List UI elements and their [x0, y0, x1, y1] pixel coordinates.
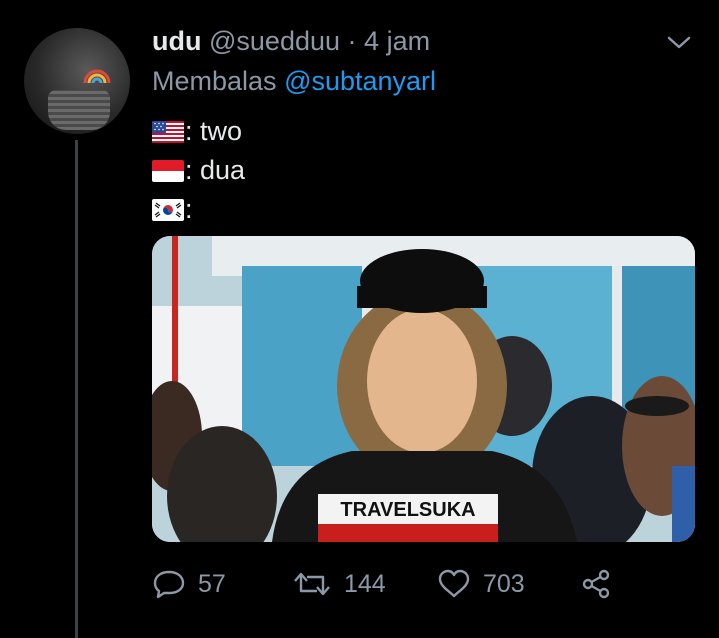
tweet-line-english: : two — [152, 112, 245, 151]
tweet-header: udu @suedduu · 4 jam — [152, 26, 430, 57]
reply-context: Membalas @subtanyarl — [152, 66, 436, 97]
like-button[interactable]: 703 — [437, 562, 525, 606]
reply-icon — [153, 570, 185, 599]
heart-icon — [438, 569, 470, 598]
rainbow-sticker-icon — [83, 69, 111, 84]
tweet-photo[interactable]: TRAVELSUKA — [152, 236, 695, 542]
tweet-line-text: : — [185, 194, 193, 224]
tweet-line-korean: : — [152, 190, 245, 229]
retweet-button[interactable]: 144 — [292, 562, 386, 606]
reply-mention-link[interactable]: @subtanyarl — [284, 66, 436, 96]
reply-prefix: Membalas — [152, 66, 277, 96]
photo-illustration: TRAVELSUKA — [152, 236, 695, 542]
timestamp[interactable]: 4 jam — [364, 26, 430, 56]
reply-count: 57 — [198, 569, 226, 598]
chevron-down-icon[interactable] — [664, 33, 694, 53]
us-flag-icon — [152, 120, 184, 143]
separator: · — [347, 26, 357, 56]
share-icon — [582, 569, 610, 599]
thread-line — [75, 140, 78, 638]
share-button[interactable] — [580, 562, 624, 606]
handle[interactable]: @suedduu — [209, 26, 340, 56]
id-flag-icon — [152, 159, 184, 182]
display-name[interactable]: udu — [152, 26, 201, 56]
shirt-print: TRAVELSUKA — [340, 499, 475, 521]
tweet-line-text: : dua — [185, 155, 246, 185]
reply-button[interactable]: 57 — [152, 562, 226, 606]
kr-flag-icon — [152, 198, 184, 221]
tweet-text: : two : dua : — [152, 112, 245, 229]
like-count: 703 — [483, 569, 525, 598]
retweet-count: 144 — [344, 569, 386, 598]
tweet-actions: 57 144 703 — [152, 562, 622, 606]
tweet-line-text: : two — [185, 116, 243, 146]
tweet-line-indonesian: : dua — [152, 151, 245, 190]
face-mask — [48, 90, 110, 130]
avatar[interactable] — [24, 28, 130, 134]
retweet-icon — [294, 572, 330, 596]
